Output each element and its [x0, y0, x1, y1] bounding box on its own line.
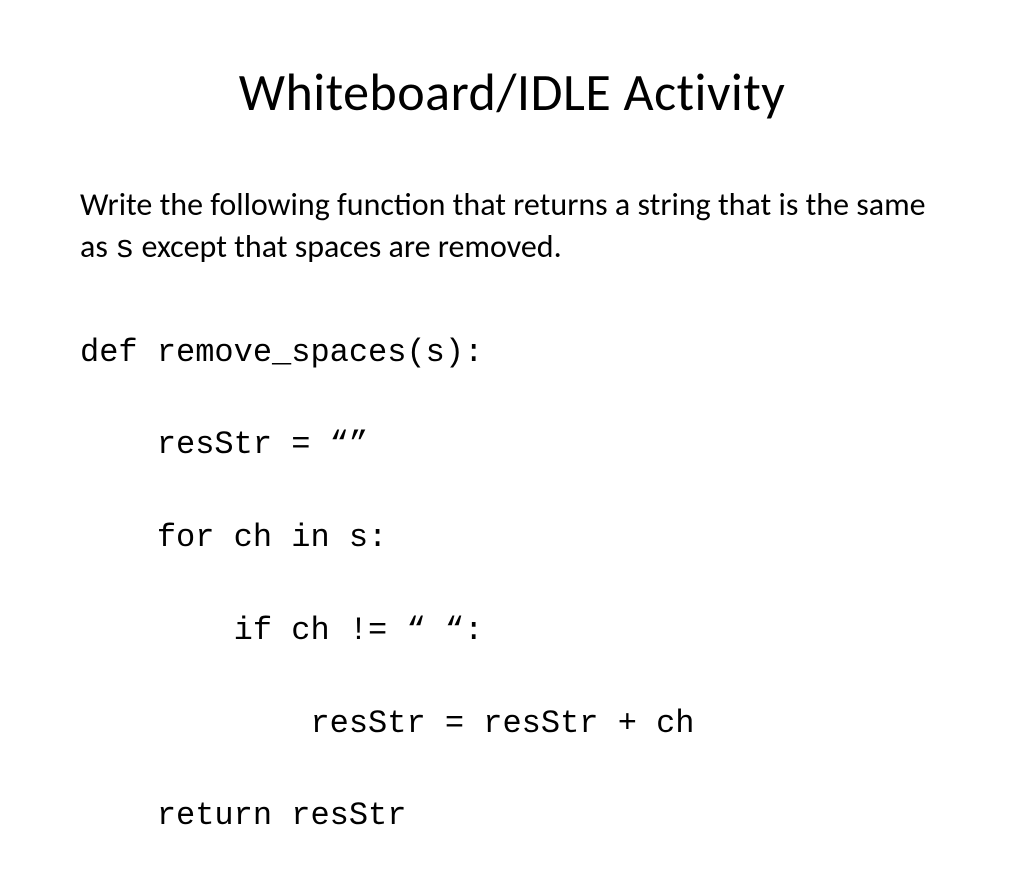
code-line-4: if ch != “ “: — [80, 608, 944, 654]
code-line-1: def remove_spaces(s): — [80, 330, 944, 376]
prompt-part2: except that spaces are removed. — [134, 227, 561, 266]
prompt-inline-code: s — [115, 230, 134, 267]
code-line-6: return resStr — [80, 793, 944, 839]
code-block: def remove_spaces(s): resStr = “” for ch… — [80, 283, 944, 886]
code-line-3: for ch in s: — [80, 515, 944, 561]
code-line-2: resStr = “” — [80, 422, 944, 468]
slide-title: Whiteboard/IDLE Activity — [80, 60, 944, 124]
prompt-text: Write the following function that return… — [80, 184, 944, 269]
code-line-5: resStr = resStr + ch — [80, 701, 944, 747]
